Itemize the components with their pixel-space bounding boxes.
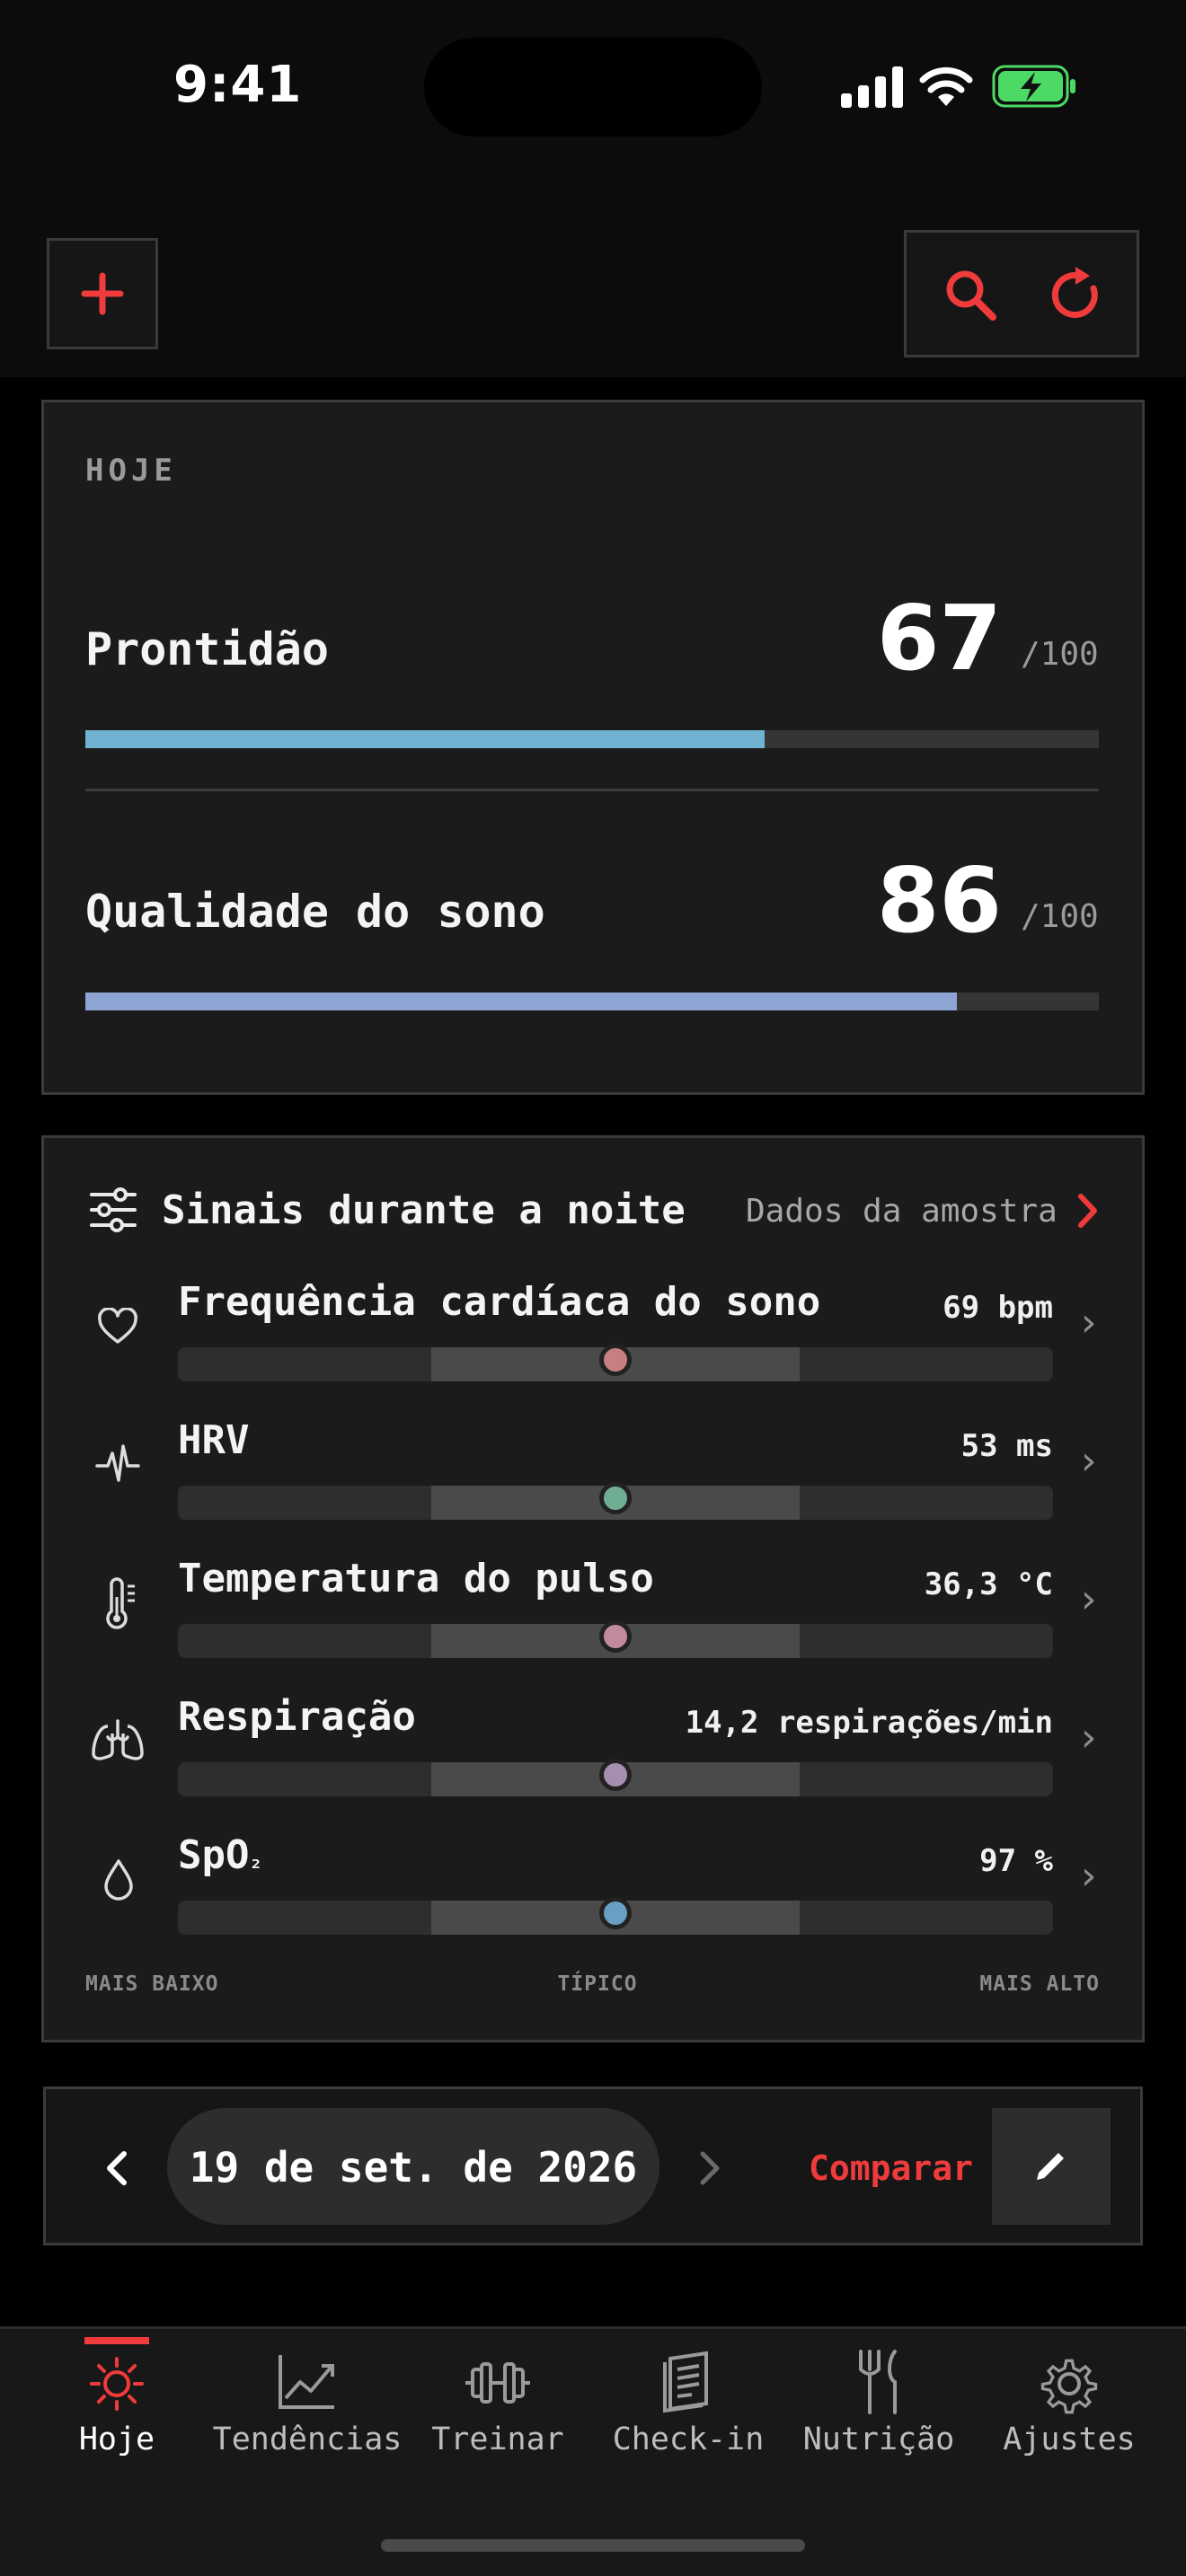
scale-low-label: MAIS BAIXO (85, 1972, 219, 1996)
chevron-right-icon[interactable] (1076, 1193, 1100, 1229)
signal-value: 53 ms (960, 1428, 1053, 1464)
heart-icon (98, 1308, 137, 1344)
sleep-quality-bar-fill (85, 992, 958, 1010)
signal-name: SpO₂ (178, 1832, 262, 1878)
tab-label: Ajustes (1003, 2422, 1136, 2457)
sleep-quality-value: 86 (876, 848, 1002, 953)
readiness-value: 67 (876, 586, 1002, 691)
lungs-icon (92, 1719, 144, 1760)
signal-value: 69 bpm (943, 1290, 1053, 1326)
signal-marker (599, 1897, 632, 1929)
pencil-icon (1037, 2153, 1064, 2180)
subscript: ₂ (249, 1848, 262, 1874)
today-label: HOJE (85, 453, 177, 489)
readiness-max: /100 (1021, 636, 1099, 673)
refresh-icon[interactable] (1049, 265, 1106, 324)
dynamic-island (424, 38, 762, 137)
sleep-quality-label: Qualidade do sono (85, 886, 545, 938)
signal-marker (599, 1482, 632, 1514)
sliders-icon (90, 1187, 137, 1232)
sun-icon (90, 2357, 144, 2411)
chevron-right-icon: › (1076, 1438, 1101, 1484)
signal-value: 14,2 respirações/min (685, 1705, 1053, 1741)
scale-high-label: MAIS ALTO (979, 1972, 1100, 1996)
trend-icon (279, 2355, 334, 2409)
selected-date: 19 de set. de 2026 (189, 2143, 638, 2192)
chevron-right-icon: › (1076, 1853, 1101, 1899)
tab-label: Tendências (212, 2422, 403, 2457)
readiness-bar (85, 730, 1099, 748)
header-actions (904, 230, 1139, 357)
night-signals-title: Sinais durante a noite (162, 1187, 686, 1233)
signal-range-track (178, 1759, 1053, 1796)
tab-label: Hoje (78, 2422, 155, 2457)
tab-label: Check-in (612, 2422, 765, 2457)
chevron-right-icon: › (1076, 1576, 1101, 1622)
home-indicator (381, 2539, 805, 2552)
readiness-bar-fill (85, 730, 765, 748)
plus-icon (81, 272, 124, 315)
readiness-label: Prontidão (85, 623, 329, 675)
fork-knife-icon (859, 2350, 897, 2414)
chevron-right-icon: › (1076, 1715, 1101, 1760)
status-time: 9:41 (173, 56, 303, 114)
signal-marker (599, 1620, 632, 1653)
signal-icon (841, 66, 903, 108)
tab-label: Nutrição (802, 2422, 955, 2457)
signal-range-track (178, 1482, 1053, 1520)
divider (85, 789, 1099, 791)
signal-value: 36,3 °C (924, 1566, 1053, 1602)
tab-label: Treinar (431, 2422, 564, 2457)
scale-mid-label: TÍPICO (557, 1972, 638, 1996)
signal-marker (599, 1759, 632, 1791)
chevron-right-icon[interactable] (697, 2148, 724, 2188)
signal-marker (599, 1344, 632, 1376)
notebook-icon (663, 2351, 708, 2413)
gear-icon (1040, 2359, 1098, 2414)
sleep-quality-max: /100 (1021, 898, 1099, 935)
add-button[interactable] (47, 238, 158, 349)
sample-data-link[interactable]: Dados da amostra (746, 1193, 1058, 1230)
active-tab-indicator (84, 2337, 149, 2344)
search-icon[interactable] (943, 267, 998, 322)
chevron-right-icon: › (1076, 1300, 1101, 1345)
signal-value: 97 % (979, 1843, 1053, 1879)
battery-icon (992, 65, 1075, 108)
pulse-icon (95, 1444, 140, 1482)
signal-name: Respiração (178, 1694, 416, 1740)
wifi-icon (919, 66, 973, 106)
drop-icon (104, 1859, 133, 1901)
signal-name: Temperatura do pulso (178, 1556, 654, 1601)
compare-button[interactable]: Comparar (809, 2148, 973, 2188)
sleep-quality-bar (85, 992, 1099, 1010)
signal-range-track (178, 1897, 1053, 1935)
signal-name: HRV (178, 1417, 250, 1463)
edit-button[interactable] (992, 2108, 1111, 2225)
chevron-left-icon[interactable] (102, 2148, 129, 2188)
dumbbell-icon (465, 2362, 530, 2404)
signal-range-track (178, 1344, 1053, 1381)
signal-range-track (178, 1620, 1053, 1658)
thermometer-icon (106, 1577, 135, 1629)
